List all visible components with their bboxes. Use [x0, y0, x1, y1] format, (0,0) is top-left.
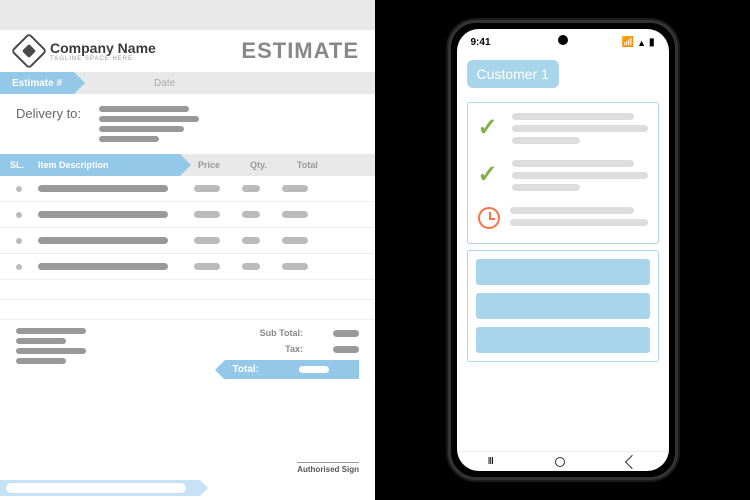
check-icon: ✓ — [478, 160, 502, 189]
col-desc: Item Description — [38, 160, 180, 170]
col-sl: SL. — [10, 160, 38, 170]
phone-panel: 9:41 📶 ▲ ▮ Customer 1 ✓ ✓ — [375, 0, 750, 500]
tagline: TAGLINE SPACE HERE — [50, 56, 156, 62]
table-row — [0, 254, 375, 280]
company-name: Company Name — [50, 40, 156, 56]
phone-frame: 9:41 📶 ▲ ▮ Customer 1 ✓ ✓ — [448, 20, 678, 480]
time: 9:41 — [471, 37, 491, 48]
customer-chip[interactable]: Customer 1 — [467, 60, 559, 88]
notes-placeholder — [16, 328, 86, 364]
estimate-number-tab: Estimate # — [0, 72, 74, 94]
address-placeholder — [99, 106, 199, 142]
tax-label: Tax: — [285, 344, 303, 354]
document-title: ESTIMATE — [241, 38, 359, 64]
wifi-icon: ▲ — [637, 38, 646, 48]
action-button[interactable] — [476, 259, 650, 285]
top-gray-bar — [0, 0, 375, 30]
document-header: Company Name TAGLINE SPACE HERE ESTIMATE — [0, 30, 375, 72]
table-row — [0, 176, 375, 202]
camera-notch — [558, 35, 568, 45]
estimate-document: Company Name TAGLINE SPACE HERE ESTIMATE… — [0, 0, 375, 500]
date-label: Date — [154, 78, 175, 89]
action-button[interactable] — [476, 293, 650, 319]
list-item[interactable]: ✓ — [478, 160, 648, 191]
table-row-empty — [0, 300, 375, 320]
back-button[interactable] — [625, 454, 639, 468]
logo-block: Company Name TAGLINE SPACE HERE — [16, 38, 156, 64]
task-list-card: ✓ ✓ — [467, 102, 659, 244]
signature-label: Authorised Sign — [297, 462, 359, 474]
home-button[interactable] — [555, 457, 565, 467]
table-row — [0, 228, 375, 254]
battery-icon: ▮ — [649, 37, 655, 48]
list-item[interactable] — [478, 207, 648, 229]
subtotal-label: Sub Total: — [260, 328, 303, 338]
table-header: SL. Item Description Price Qty. Total — [0, 154, 375, 176]
clock-icon — [478, 207, 500, 229]
action-card — [467, 250, 659, 362]
recents-button[interactable]: III — [488, 456, 493, 467]
check-icon: ✓ — [478, 113, 502, 142]
list-item[interactable]: ✓ — [478, 113, 648, 144]
total-band: Total: — [225, 360, 359, 379]
signal-icon: 📶 — [622, 37, 634, 48]
phone-screen: 9:41 📶 ▲ ▮ Customer 1 ✓ ✓ — [457, 29, 669, 471]
status-icons: 📶 ▲ ▮ — [622, 37, 655, 48]
meta-band: Estimate # Date — [0, 72, 375, 94]
col-price: Price — [198, 160, 220, 170]
android-nav-bar: III — [457, 451, 669, 471]
delivery-label: Delivery to: — [16, 106, 81, 121]
table-row-empty — [0, 280, 375, 300]
col-qty: Qty. — [250, 160, 267, 170]
col-total: Total — [297, 160, 318, 170]
footer-band — [0, 480, 200, 496]
totals-block: Sub Total: Tax: Total: — [0, 320, 375, 379]
delivery-section: Delivery to: — [0, 94, 375, 154]
table-row — [0, 202, 375, 228]
logo-icon — [11, 33, 48, 70]
action-button[interactable] — [476, 327, 650, 353]
